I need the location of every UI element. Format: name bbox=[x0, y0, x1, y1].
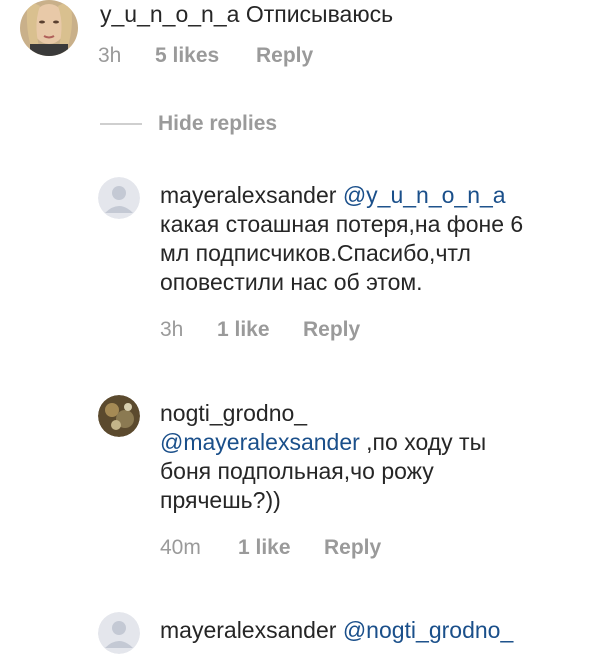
avatar[interactable] bbox=[98, 612, 140, 654]
comment-line: ,по ходу ты bbox=[366, 429, 487, 455]
comment-text: mayeralexsander @nogti_grodno_ bbox=[160, 616, 513, 645]
comment-meta: 3h 1 like Reply bbox=[160, 318, 360, 342]
comment-time: 40m bbox=[160, 536, 201, 559]
comment-likes[interactable]: 1 like bbox=[238, 536, 324, 560]
comment-line: мл подписчиков.Спасибо,чтл bbox=[160, 240, 471, 266]
comment-username[interactable]: nogti_grodno_ bbox=[160, 399, 486, 428]
comment-line: оповестили нас об этом. bbox=[160, 269, 423, 295]
comment-line: какая стоашная потеря,на фоне 6 bbox=[160, 211, 524, 237]
comment-username[interactable]: mayeralexsander bbox=[160, 617, 336, 643]
divider-line bbox=[100, 123, 142, 125]
comment-line: боня подпольная,чо рожу bbox=[160, 458, 434, 484]
comment-mention[interactable]: @nogti_grodno_ bbox=[343, 617, 513, 643]
reply-button[interactable]: Reply bbox=[256, 44, 313, 68]
comment-meta: 40m 1 like Reply bbox=[160, 536, 381, 560]
comment-likes[interactable]: 1 like bbox=[217, 318, 303, 342]
hide-replies-label[interactable]: Hide replies bbox=[158, 112, 277, 136]
avatar[interactable] bbox=[98, 395, 140, 437]
reply-button[interactable]: Reply bbox=[324, 536, 381, 560]
comment-text: y_u_n_o_n_a Отписываюсь bbox=[100, 0, 393, 29]
comment-time: 3h bbox=[160, 318, 184, 341]
comment-mention[interactable]: @mayeralexsander bbox=[160, 429, 360, 455]
avatar[interactable] bbox=[98, 177, 140, 219]
comment-mention[interactable]: @y_u_n_o_n_a bbox=[343, 182, 506, 208]
comment-message: Отписываюсь bbox=[245, 1, 394, 27]
reply-button[interactable]: Reply bbox=[303, 318, 360, 342]
comment-text: nogti_grodno_ @mayeralexsander ,по ходу … bbox=[160, 399, 486, 515]
comment-likes[interactable]: 5 likes bbox=[155, 44, 256, 68]
hide-replies-toggle[interactable]: Hide replies bbox=[100, 112, 277, 136]
comment-username[interactable]: y_u_n_o_n_a bbox=[100, 1, 239, 27]
comment-text: mayeralexsander @y_u_n_o_n_a какая стоаш… bbox=[160, 181, 523, 297]
comment-meta: 3h 5 likes Reply bbox=[98, 44, 313, 68]
comment-line: прячешь?)) bbox=[160, 487, 281, 513]
comment-username[interactable]: mayeralexsander bbox=[160, 182, 336, 208]
comment-time: 3h bbox=[98, 44, 122, 67]
avatar[interactable] bbox=[20, 0, 78, 56]
